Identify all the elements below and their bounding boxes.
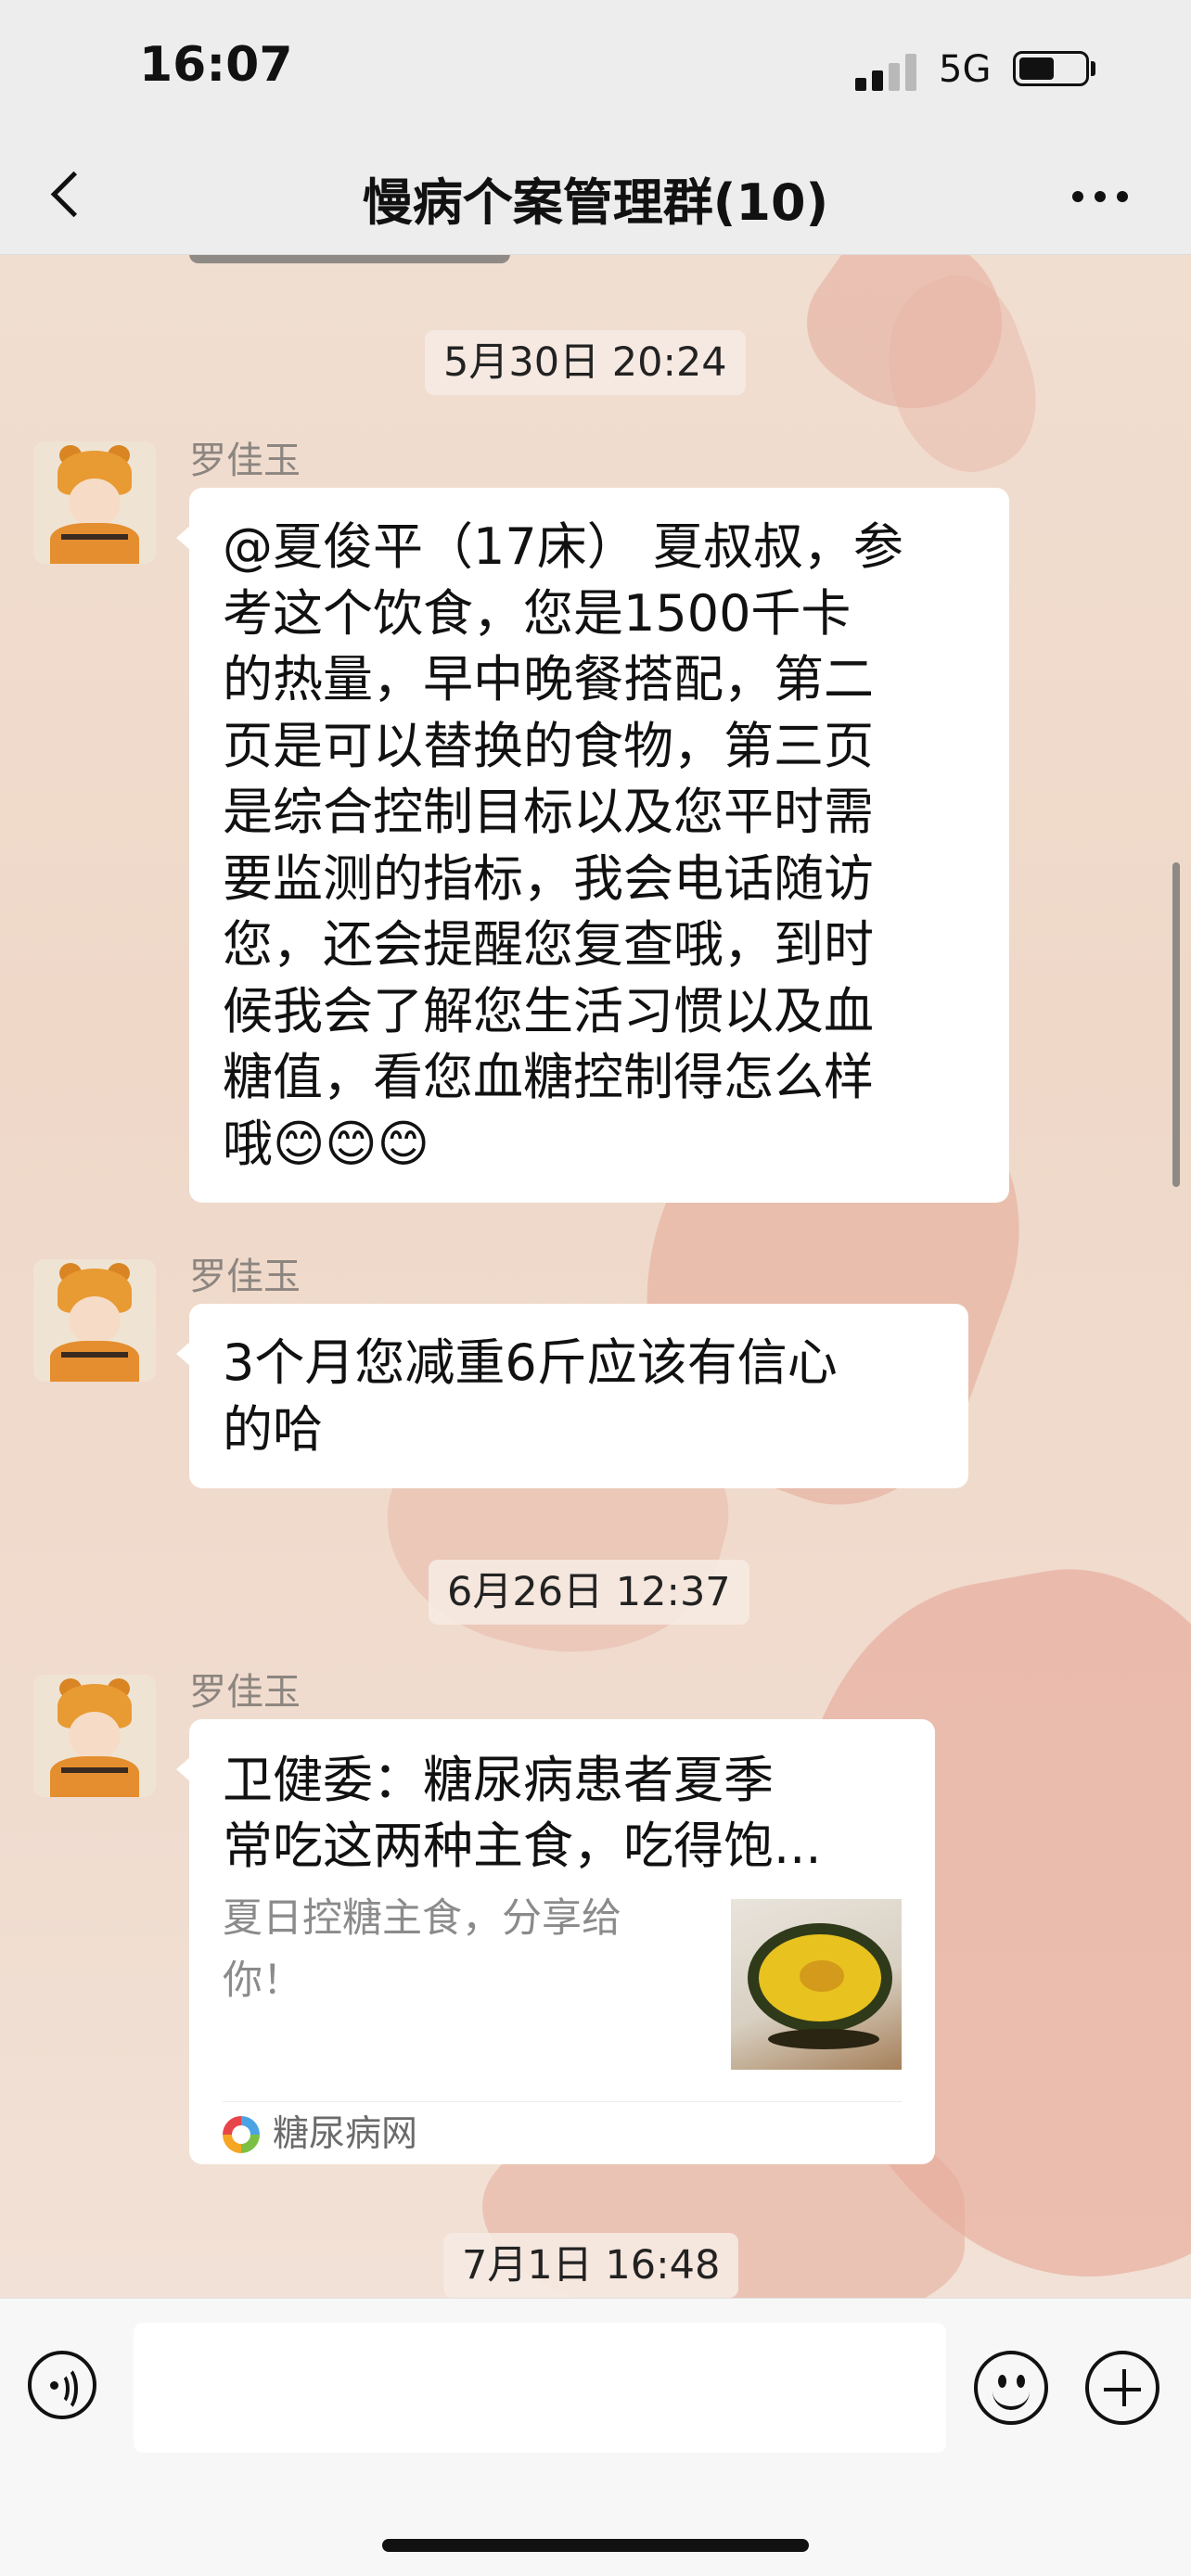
emoji-icon[interactable] (974, 2351, 1048, 2425)
sender-name: 罗佳玉 (189, 1671, 301, 1714)
message-line: 是综合控制目标以及您平时需 (223, 783, 874, 841)
sender-name: 罗佳玉 (189, 1256, 301, 1298)
article-title-line: 常吃这两种主食，吃得饱... (223, 1817, 822, 1875)
card-divider (223, 2101, 902, 2102)
sender-name: 罗佳玉 (189, 440, 301, 482)
pumpkin-thumbnail-image (731, 1899, 902, 2070)
battery-level-fill (1019, 57, 1054, 80)
message-line: 哦😊😊😊 (223, 1114, 429, 1173)
battery-cap (1091, 61, 1095, 76)
message-line: 的热量，早中晚餐搭配，第二 (223, 650, 874, 708)
article-title: 卫健委：糖尿病患者夏季 常吃这两种主食，吃得饱... (223, 1747, 900, 1879)
battery-icon (1013, 51, 1089, 86)
message-bubble[interactable]: @夏俊平（17床） 夏叔叔，参 考这个饮食，您是1500千卡 的热量，早中晚餐搭… (176, 488, 1009, 1203)
avatar[interactable] (33, 441, 156, 564)
chat-screen: 5月30日 20:24 罗佳玉 @夏俊平（17床） 夏叔叔，参 考这个饮食，您是… (0, 0, 1191, 2576)
message-line: 糖值，看您血糖控制得怎么样 (223, 1048, 874, 1106)
message-line: 的哈 (223, 1399, 323, 1459)
timestamp: 6月26日 12:37 (429, 1560, 749, 1625)
message-line: @夏俊平（17床） 夏叔叔，参 (223, 517, 903, 576)
navigation-bar: 慢病个案管理群(10) (0, 139, 1191, 255)
article-description-line: 你！ (223, 1958, 302, 2004)
article-description-line: 夏日控糖主食，分享给 (223, 1895, 621, 1942)
cellular-signal-icon (855, 54, 918, 91)
article-source: 糖尿病网 (273, 2113, 418, 2155)
shared-article-card[interactable]: 卫健委：糖尿病患者夏季 常吃这两种主食，吃得饱... 夏日控糖主食，分享给 你！… (176, 1719, 935, 2164)
avatar[interactable] (33, 1259, 156, 1382)
status-time: 16:07 (139, 37, 293, 93)
voice-icon[interactable] (28, 2351, 96, 2419)
chat-title: 慢病个案管理群(10) (362, 173, 829, 232)
scrollbar[interactable] (1172, 862, 1180, 1187)
status-bar: 16:07 5G (0, 0, 1191, 139)
timestamp: 5月30日 20:24 (425, 330, 746, 395)
message-bubble[interactable]: 3个月您减重6斤应该有信心 的哈 (176, 1304, 968, 1488)
message-line: 页是可以替换的食物，第三页 (223, 716, 874, 775)
more-options-icon[interactable] (1072, 180, 1146, 213)
message-line: 候我会了解您生活习惯以及血 (223, 981, 874, 1040)
source-logo-icon (223, 2116, 260, 2153)
network-type: 5G (939, 48, 992, 91)
message-line: 考这个饮食，您是1500千卡 (223, 583, 852, 643)
avatar[interactable] (33, 1675, 156, 1797)
timestamp: 7月1日 16:48 (443, 2233, 739, 2298)
plus-icon[interactable] (1085, 2351, 1159, 2425)
article-title-line: 卫健委：糖尿病患者夏季 (223, 1751, 774, 1809)
message-input[interactable] (134, 2323, 946, 2453)
message-line: 3个月您减重6斤应该有信心 (223, 1333, 838, 1392)
home-indicator[interactable] (382, 2539, 809, 2552)
message-line: 您，还会提醒您复查哦，到时 (223, 915, 874, 974)
message-line: 要监测的指标，我会电话随访 (223, 848, 874, 908)
input-bar (0, 2298, 1191, 2576)
article-description: 夏日控糖主食，分享给 你！ (223, 1888, 705, 2012)
